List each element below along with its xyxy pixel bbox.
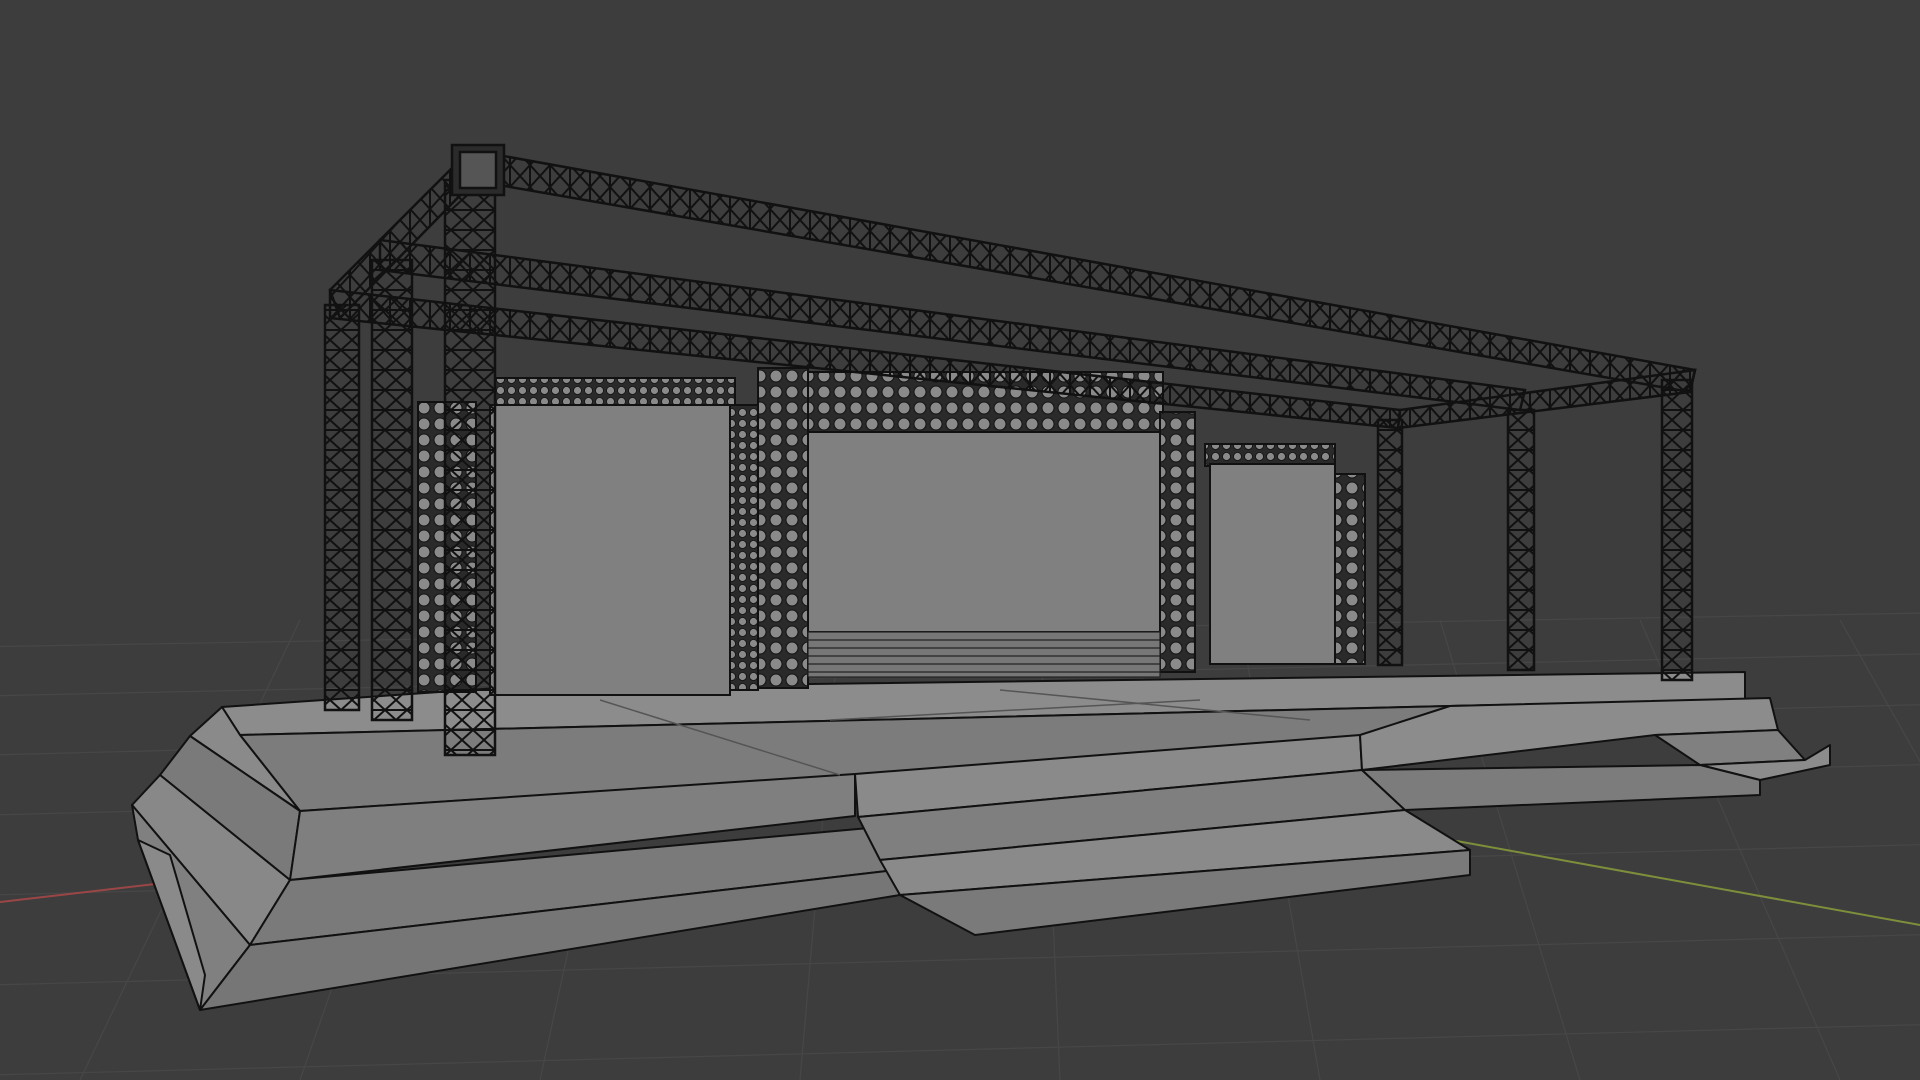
scene-canvas[interactable] (0, 0, 1920, 1080)
center-stage-riser (807, 631, 1161, 678)
screen-right[interactable] (1209, 463, 1336, 665)
screen-left[interactable] (489, 404, 731, 696)
3d-viewport[interactable] (0, 0, 1920, 1080)
screen-center[interactable] (807, 431, 1161, 633)
